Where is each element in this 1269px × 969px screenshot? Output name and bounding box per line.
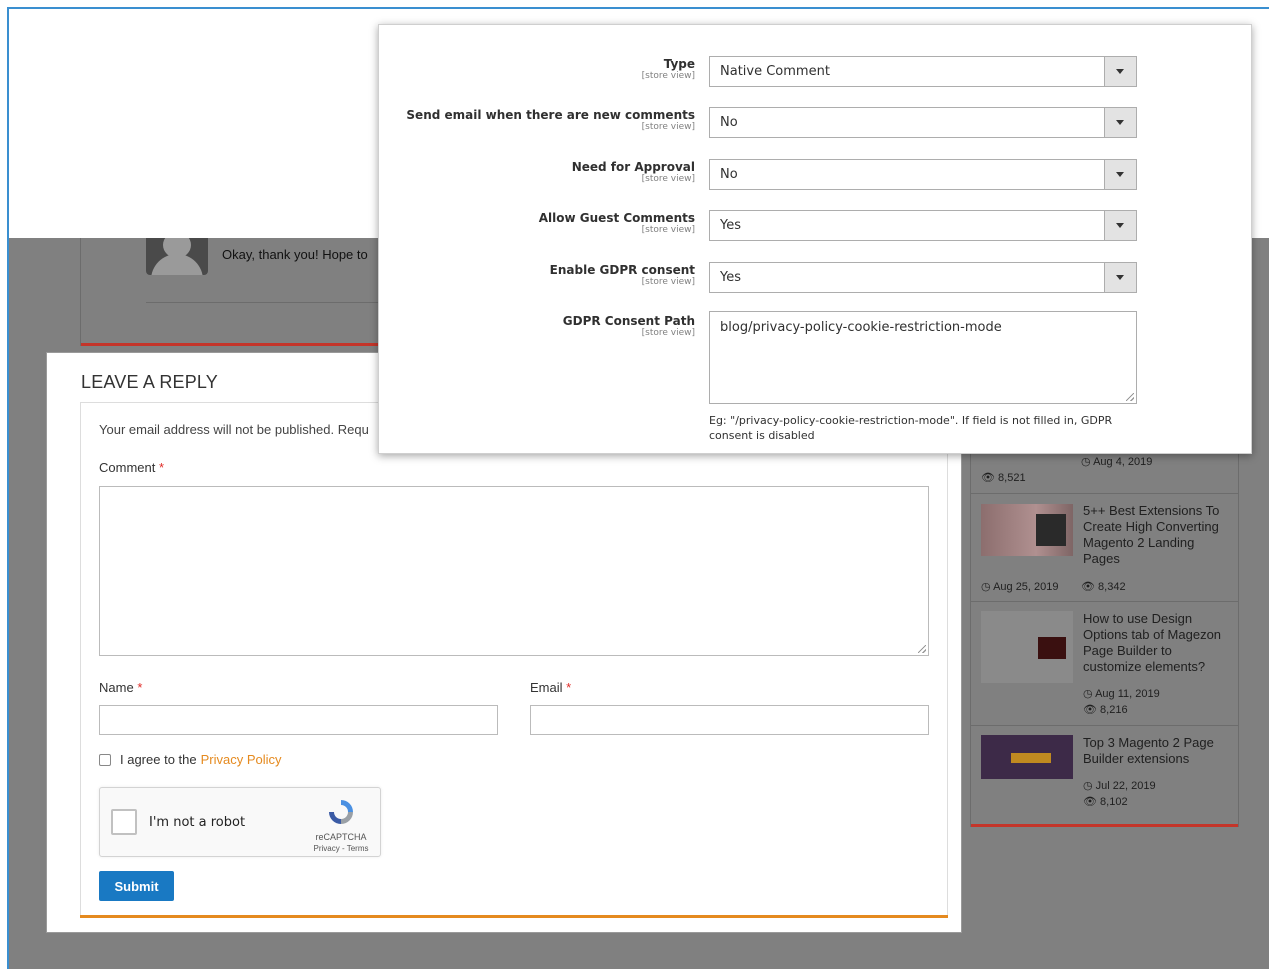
reply-form: Your email address will not be published… <box>80 402 948 918</box>
divider <box>80 915 948 918</box>
post-title-link[interactable]: 5++ Best Extensions To Create High Conve… <box>1083 503 1233 567</box>
divider <box>146 302 381 303</box>
field-label-gdpr-path: GDPR Consent Path [store view] <box>562 314 695 338</box>
approval-select[interactable]: No <box>709 159 1137 190</box>
divider <box>971 493 1238 494</box>
post-thumbnail[interactable] <box>981 611 1073 683</box>
gdpr-path-note: Eg: "/privacy-policy-cookie-restriction-… <box>709 414 1113 442</box>
post-views: 👁 8,102 <box>1083 796 1128 808</box>
divider <box>971 725 1238 726</box>
recaptcha-checkbox[interactable] <box>111 809 137 835</box>
name-input[interactable] <box>99 705 498 735</box>
chevron-down-icon <box>1104 211 1136 240</box>
recaptcha-widget: I'm not a robot reCAPTCHA Privacy - Term… <box>99 787 381 857</box>
type-select[interactable]: Native Comment <box>709 56 1137 87</box>
comment-textarea[interactable] <box>99 486 929 656</box>
post-title-link[interactable]: Top 3 Magento 2 Page Builder extensions <box>1083 735 1233 767</box>
agree-label: I agree to the <box>120 752 197 767</box>
post-date: ◷ Aug 11, 2019 <box>1083 688 1160 700</box>
recaptcha-label: I'm not a robot <box>149 815 246 830</box>
post-views: 👁 8,521 <box>981 472 1026 484</box>
avatar <box>146 238 208 275</box>
post-views: 👁 8,342 <box>1081 581 1126 593</box>
post-thumbnail[interactable] <box>981 735 1073 779</box>
recaptcha-logo-icon <box>329 800 353 824</box>
post-title-link[interactable]: How to use Design Options tab of Magezon… <box>1083 611 1233 675</box>
divider <box>971 601 1238 602</box>
chevron-down-icon <box>1104 263 1136 292</box>
post-date: ◷ Aug 4, 2019 <box>1081 456 1153 468</box>
comment-label: Comment * <box>99 460 165 475</box>
divider <box>81 343 381 346</box>
name-label: Name * <box>99 680 143 695</box>
field-label-send-email: Send email when there are new comments [s… <box>406 108 695 132</box>
gdpr-select[interactable]: Yes <box>709 262 1137 293</box>
comment-text: Okay, thank you! Hope to <box>222 247 368 262</box>
email-notice: Your email address will not be published… <box>99 422 369 437</box>
recaptcha-brand: reCAPTCHA <box>315 832 367 842</box>
submit-button[interactable]: Submit <box>99 871 174 901</box>
guest-comments-select[interactable]: Yes <box>709 210 1137 241</box>
page-frame: Okay, thank you! Hope to ◷ Aug 4, 2019 👁… <box>7 7 1269 969</box>
recaptcha-links[interactable]: Privacy - Terms <box>306 844 376 853</box>
resize-handle-icon[interactable] <box>1126 393 1134 401</box>
comment-config-panel: Type [store view] Native Comment Send ema… <box>378 24 1252 454</box>
post-date: ◷ Aug 25, 2019 <box>981 581 1059 593</box>
field-label-approval: Need for Approval [store view] <box>571 160 695 184</box>
field-label-guest-comments: Allow Guest Comments [store view] <box>538 211 695 235</box>
privacy-checkbox[interactable] <box>99 753 111 766</box>
field-label-gdpr: Enable GDPR consent [store view] <box>549 263 695 287</box>
send-email-select[interactable]: No <box>709 107 1137 138</box>
post-views: 👁 8,216 <box>1083 704 1128 716</box>
post-date: ◷ Jul 22, 2019 <box>1083 780 1156 792</box>
resize-handle-icon[interactable] <box>918 645 926 653</box>
popular-posts-sidebar: ◷ Aug 4, 2019 👁 8,521 5++ Best Extension… <box>970 449 1239 827</box>
reply-title: LEAVE A REPLY <box>81 372 219 392</box>
chevron-down-icon <box>1104 160 1136 189</box>
gdpr-path-textarea[interactable]: blog/privacy-policy-cookie-restriction-m… <box>709 311 1137 404</box>
field-label-type: Type [store view] <box>641 57 695 81</box>
divider <box>971 824 1238 827</box>
comment-item: Okay, thank you! Hope to <box>80 238 381 346</box>
chevron-down-icon <box>1104 57 1136 86</box>
email-input[interactable] <box>530 705 929 735</box>
privacy-agree: I agree to the Privacy Policy <box>99 752 282 767</box>
email-label: Email * <box>530 680 572 695</box>
post-thumbnail[interactable] <box>981 504 1073 556</box>
chevron-down-icon <box>1104 108 1136 137</box>
privacy-policy-link[interactable]: Privacy Policy <box>201 752 282 767</box>
